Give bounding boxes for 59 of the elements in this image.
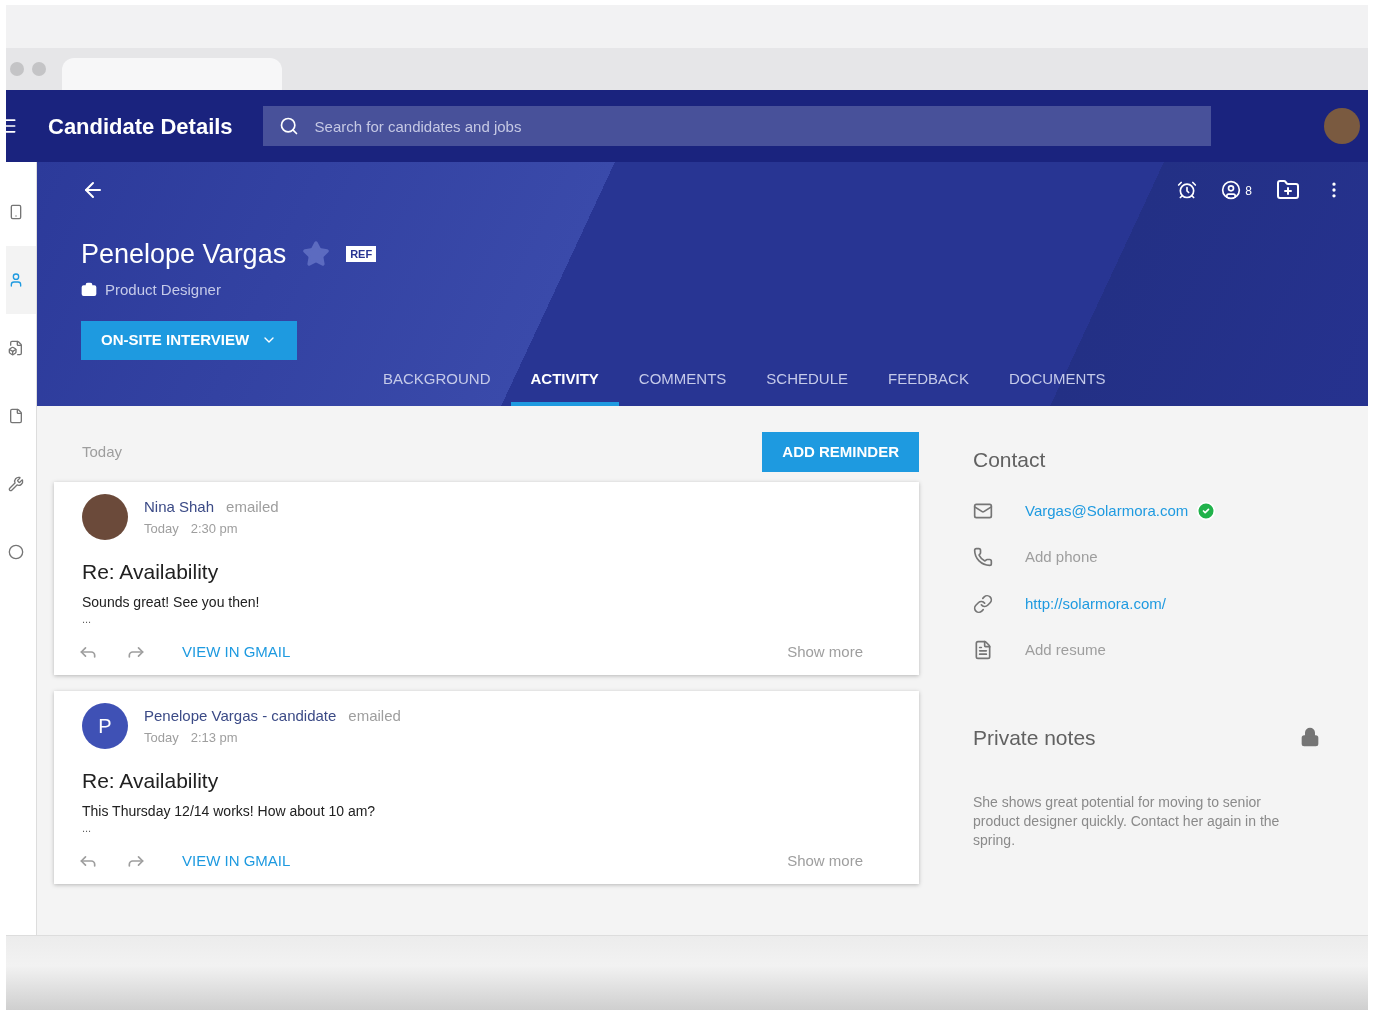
show-more-link[interactable]: Show more xyxy=(787,640,863,663)
avatar-photo-placeholder xyxy=(82,494,128,540)
tab[interactable]: BACKGROUND xyxy=(363,359,511,406)
sender-name[interactable]: Nina Shah xyxy=(144,496,215,519)
show-more-link[interactable]: Show more xyxy=(787,849,863,872)
lock-icon xyxy=(1300,727,1320,748)
add-folder-icon[interactable] xyxy=(1276,178,1300,202)
tab[interactable]: FEEDBACK xyxy=(868,359,989,406)
email-date: Today xyxy=(144,519,179,538)
letter-avatar: P xyxy=(82,703,128,749)
contact-link[interactable]: http://solarmora.com/ xyxy=(1025,592,1166,615)
email-body: This Thursday 12/14 works! How about 10 am? xyxy=(82,801,377,821)
contact-placeholder[interactable]: Add resume xyxy=(1025,639,1106,662)
person-icon xyxy=(8,270,24,290)
email-time: 2:30 pm xyxy=(190,519,238,538)
action-verb: emailed xyxy=(226,497,279,517)
star-icon[interactable] xyxy=(302,240,331,269)
website-icon xyxy=(973,593,993,614)
app-title: Candidate Details xyxy=(48,112,233,141)
email-time: 2:13 pm xyxy=(190,728,238,747)
resume-icon xyxy=(973,640,993,661)
candidate-role: Product Designer xyxy=(105,279,221,300)
tab[interactable]: DOCUMENTS xyxy=(988,359,1126,406)
email-date: Today xyxy=(144,728,179,747)
tab[interactable]: COMMENTS xyxy=(618,359,747,406)
add-reminder-button[interactable]: ADD REMINDER xyxy=(762,432,919,472)
phone-icon xyxy=(8,202,24,222)
action-verb: emailed xyxy=(348,706,401,726)
contact-link[interactable]: Vargas@Solarmora.com xyxy=(1025,499,1189,522)
ellipsis: ... xyxy=(82,821,93,834)
contact-heading: Contact xyxy=(973,447,1047,473)
user-avatar[interactable] xyxy=(1324,108,1360,144)
doc-icon xyxy=(8,338,24,358)
sender-name[interactable]: Penelope Vargas - candidate xyxy=(144,705,337,728)
day-label: Today xyxy=(82,441,123,462)
search-field[interactable]: Search for candidates and jobs xyxy=(262,106,1211,146)
tool-icon xyxy=(8,474,24,494)
candidate-name: Penelope Vargas xyxy=(81,238,287,271)
email-subject: Re: Availability xyxy=(82,768,220,794)
sidebar-item[interactable] xyxy=(6,246,36,314)
private-note-text: She shows great potential for moving to senior product designer quickly. Contact her again in the spring. xyxy=(973,793,1281,850)
ref-badge: REF xyxy=(346,246,377,263)
dot-icon xyxy=(8,542,24,562)
view-in-gmail-link[interactable]: VIEW IN GMAIL xyxy=(182,849,291,872)
file-icon xyxy=(8,406,24,426)
tab[interactable]: SCHEDULE xyxy=(746,359,869,406)
phone-icon xyxy=(973,547,993,568)
briefcase-icon xyxy=(81,281,97,298)
stage-dropdown-button[interactable]: ON-SITE INTERVIEW xyxy=(81,321,298,360)
view-in-gmail-link[interactable]: VIEW IN GMAIL xyxy=(182,640,291,663)
search-icon xyxy=(278,116,299,136)
email-subject: Re: Availability xyxy=(82,559,220,585)
email-body: Sounds great! See you then! xyxy=(82,592,261,612)
person-circle-icon[interactable] xyxy=(1221,180,1242,200)
ellipsis: ... xyxy=(82,612,93,625)
alarm-clock-icon[interactable] xyxy=(1177,180,1198,200)
private-notes-heading: Private notes xyxy=(973,724,1096,751)
contact-placeholder[interactable]: Add phone xyxy=(1025,546,1098,569)
follower-count: 8 xyxy=(1245,183,1252,200)
